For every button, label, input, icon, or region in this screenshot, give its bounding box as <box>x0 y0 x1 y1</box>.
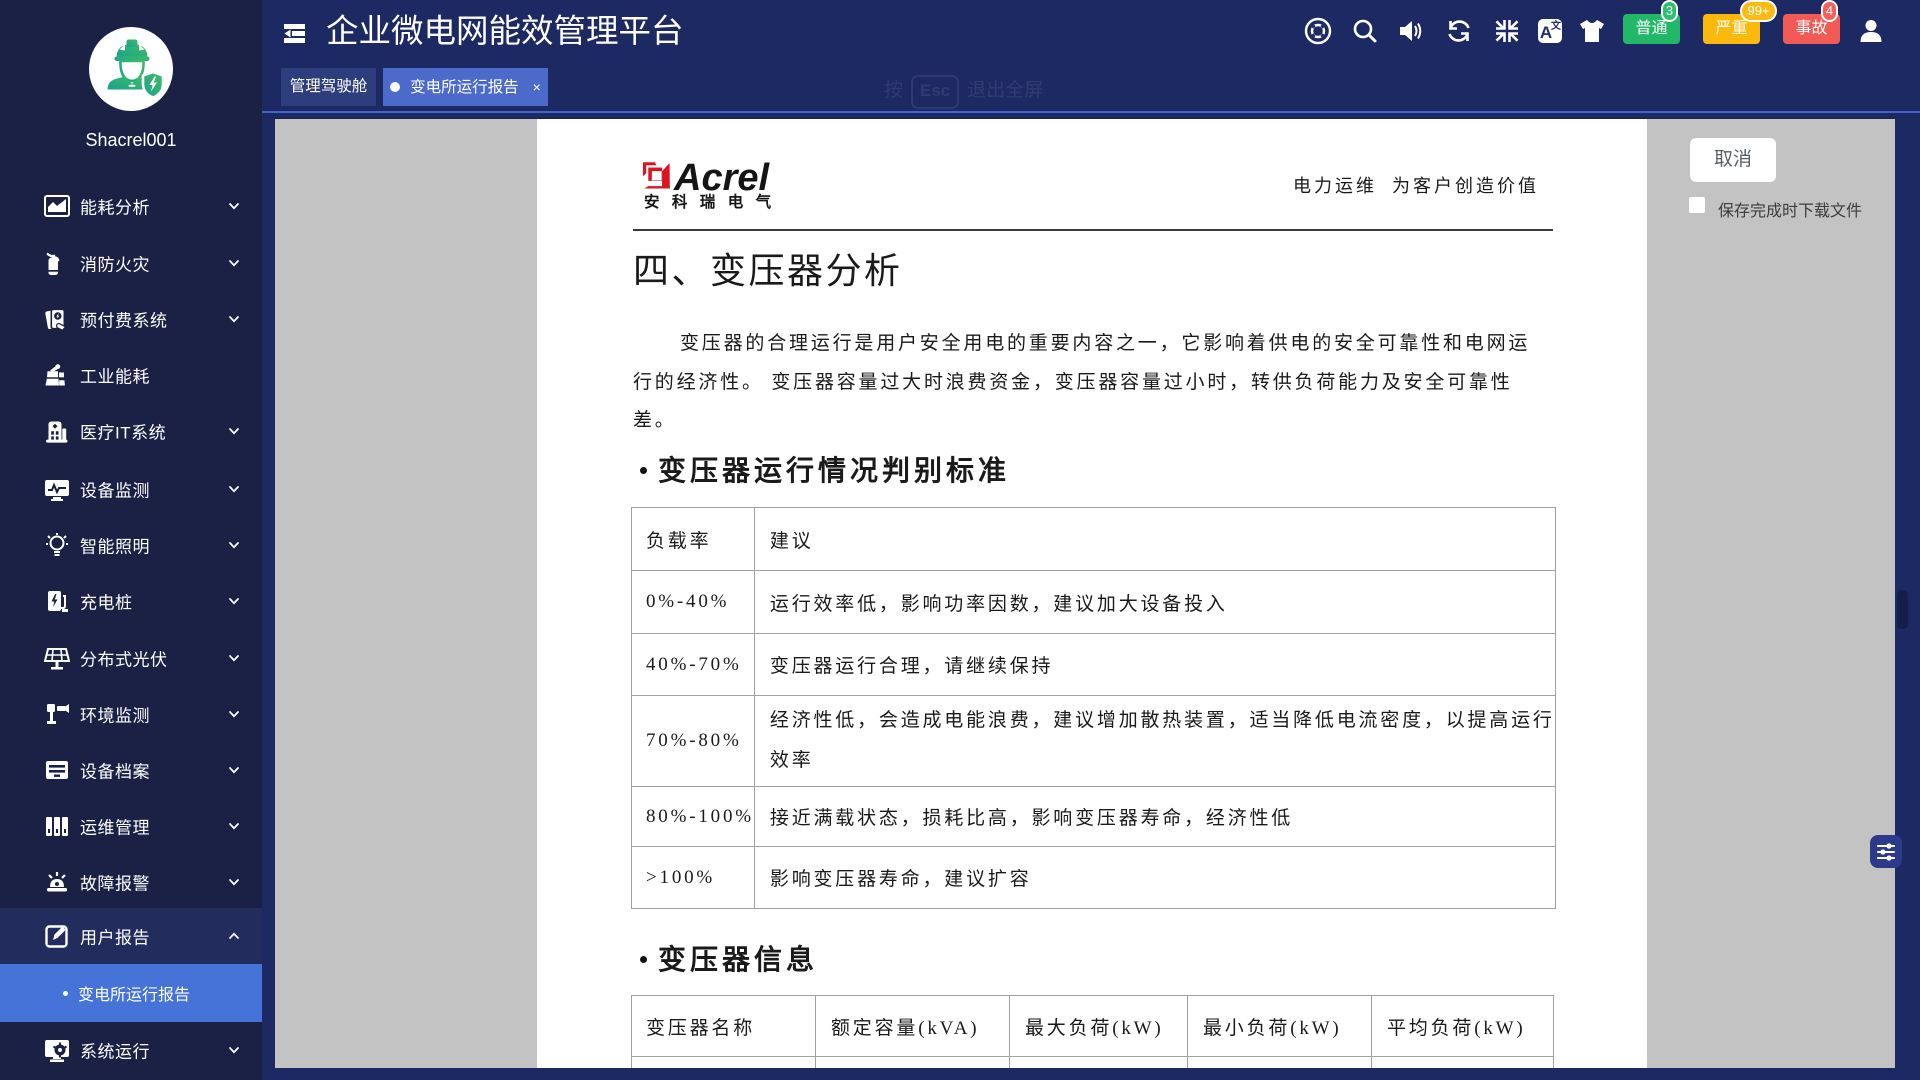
svg-text:文: 文 <box>1551 19 1562 32</box>
